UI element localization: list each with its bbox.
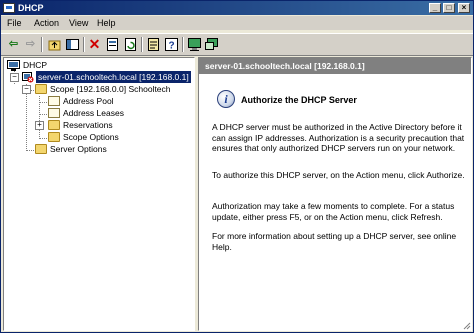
console-tree[interactable]: DHCP − server-01.schooltech.local [192.1… xyxy=(3,57,195,331)
window-title: DHCP xyxy=(18,3,44,13)
minimize-button[interactable]: _ xyxy=(429,3,441,13)
dhcp-app-icon[interactable] xyxy=(3,3,15,13)
tree-connector xyxy=(26,84,27,151)
info-icon: i xyxy=(217,90,235,108)
details-paragraph-4: For more information about setting up a … xyxy=(212,231,457,252)
toolbar-separator xyxy=(83,37,85,52)
details-paragraph-3: Authorization may take a few moments to … xyxy=(212,201,455,222)
tree-connector xyxy=(39,138,47,139)
details-title: Authorize the DHCP Server xyxy=(241,95,357,105)
tree-label-scope-options: Scope Options xyxy=(63,132,119,142)
toolbar-separator xyxy=(41,37,43,52)
tree-label-address-leases: Address Leases xyxy=(63,108,124,118)
address-pool-icon xyxy=(48,96,60,106)
menu-file[interactable]: File xyxy=(7,18,22,28)
tree-label-reservations: Reservations xyxy=(63,120,113,130)
server-options-icon xyxy=(35,144,47,154)
scope-options-icon xyxy=(48,132,60,142)
menu-action[interactable]: Action xyxy=(34,18,59,28)
forward-arrow-icon[interactable]: ⇨ xyxy=(23,37,38,52)
show-hide-tree-icon[interactable] xyxy=(65,37,80,52)
close-button[interactable]: × xyxy=(458,3,470,13)
properties-icon[interactable] xyxy=(105,37,120,52)
resize-grip-icon[interactable] xyxy=(463,322,471,330)
tree-label-address-pool: Address Pool xyxy=(63,96,114,106)
dhcp-root-icon xyxy=(7,60,20,71)
svg-text:?: ? xyxy=(168,41,174,52)
collapse-server-toggle[interactable]: − xyxy=(10,73,19,82)
help-icon[interactable]: ? xyxy=(164,37,179,52)
up-level-icon[interactable] xyxy=(47,37,62,52)
back-arrow-icon[interactable]: ⇦ xyxy=(6,37,21,52)
delete-icon[interactable]: ✕ xyxy=(87,37,102,52)
address-leases-icon xyxy=(48,108,60,118)
details-header: server-01.schooltech.local [192.168.0.1] xyxy=(199,58,471,74)
authorize-icon[interactable] xyxy=(204,37,219,52)
reservations-folder-icon xyxy=(48,120,60,130)
scope-folder-icon xyxy=(35,84,47,94)
tree-connector xyxy=(39,102,47,103)
tree-label-dhcp: DHCP xyxy=(23,60,48,70)
title-bar[interactable]: DHCP _ □ × xyxy=(1,1,473,15)
maximize-button[interactable]: □ xyxy=(443,3,455,13)
details-paragraph-1: A DHCP server must be authorized in the … xyxy=(212,122,465,153)
export-list-icon[interactable] xyxy=(146,37,161,52)
menu-view[interactable]: View xyxy=(69,18,88,28)
collapse-scope-toggle[interactable]: − xyxy=(22,85,31,94)
toolbar: ⇦ ⇨ ✕ ? xyxy=(1,33,473,56)
details-pane: server-01.schooltech.local [192.168.0.1]… xyxy=(198,57,472,331)
menu-bar: File Action View Help xyxy=(1,16,473,30)
menu-help[interactable]: Help xyxy=(97,18,116,28)
toolbar-separator xyxy=(182,37,184,52)
tree-label-scope: Scope [192.168.0.0] Schooltech xyxy=(50,84,171,94)
expand-reservations-toggle[interactable]: + xyxy=(35,121,44,130)
refresh-icon[interactable] xyxy=(123,37,138,52)
tree-label-server-options: Server Options xyxy=(50,144,107,154)
server-icon[interactable] xyxy=(187,37,202,52)
tree-connector xyxy=(39,114,47,115)
details-paragraph-2: To authorize this DHCP server, on the Ac… xyxy=(212,170,465,180)
unauthorized-server-icon xyxy=(22,72,34,83)
dhcp-window: DHCP _ □ × File Action View Help ⇦ ⇨ ✕ ?… xyxy=(0,0,474,333)
tree-label-server: server-01.schooltech.local [192.168.0.1] xyxy=(36,71,191,83)
toolbar-separator xyxy=(141,37,143,52)
